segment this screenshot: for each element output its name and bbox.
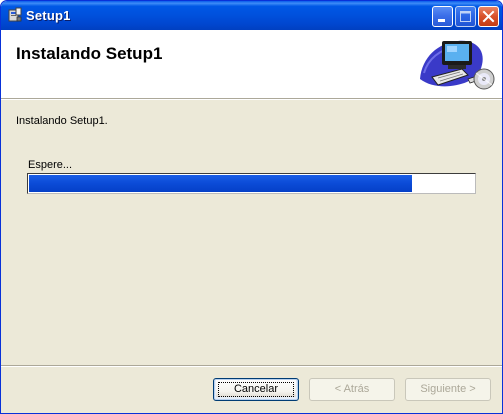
back-button[interactable]: < Atrás [309, 378, 395, 401]
status-text: Instalando Setup1. [16, 115, 108, 127]
page-title: Instalando Setup1 [16, 44, 163, 63]
install-progress-bar [27, 173, 476, 194]
title-bar[interactable]: Setup1 [1, 1, 502, 30]
wait-label: Espere... [28, 159, 73, 171]
header-banner: Instalando Setup1 [1, 30, 502, 98]
setup-window: Setup1 Instalando Setup1 Instalando Setu… [0, 0, 503, 414]
installer-icon[interactable] [7, 7, 23, 23]
cancel-button-label: Cancelar [233, 383, 279, 395]
window-title: Setup1 [26, 8, 71, 23]
computer-with-cd-icon [418, 33, 498, 95]
close-icon [482, 10, 495, 23]
next-button-label: Siguiente > [420, 383, 476, 395]
cancel-button[interactable]: Cancelar [213, 378, 299, 401]
minimize-button[interactable] [432, 6, 453, 27]
maximize-button[interactable] [455, 6, 476, 27]
back-button-label: < Atrás [334, 383, 370, 395]
next-button[interactable]: Siguiente > [405, 378, 491, 401]
maximize-icon [460, 11, 471, 22]
progress-fill [29, 175, 412, 192]
close-button[interactable] [478, 6, 499, 27]
minimize-icon [438, 19, 445, 22]
